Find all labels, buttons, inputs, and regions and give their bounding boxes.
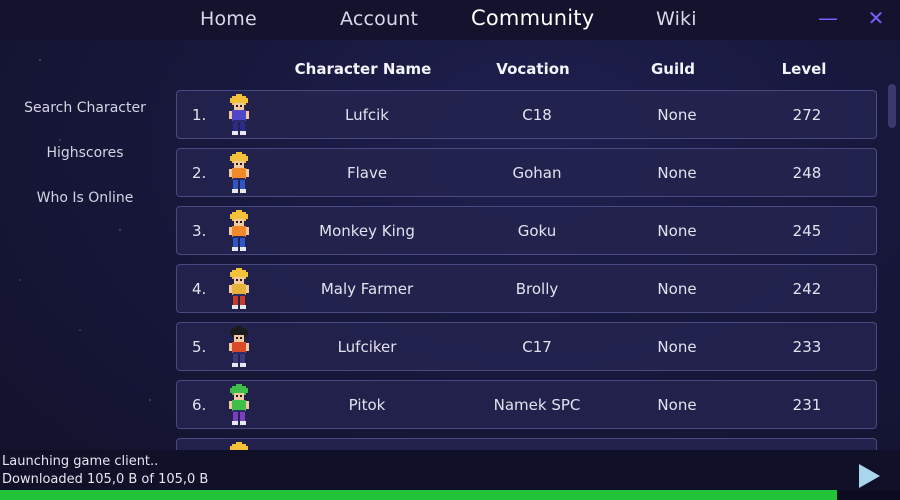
row-level: 245 bbox=[792, 222, 822, 240]
row-level: 233 bbox=[792, 338, 822, 356]
character-sprite-icon bbox=[230, 442, 248, 450]
highscores-header: Character Name Vocation Guild Level bbox=[0, 60, 900, 82]
row-vocation: Gohan bbox=[512, 164, 562, 182]
row-vocation: Goku bbox=[517, 222, 557, 240]
community-sidebar: Search Character Highscores Who Is Onlin… bbox=[0, 40, 170, 450]
character-sprite-icon bbox=[229, 268, 249, 309]
table-row[interactable]: 5. Lufciker C17 None 233 bbox=[176, 322, 877, 371]
row-character-name: Pitok bbox=[348, 396, 386, 414]
table-row[interactable]: 6. Pitok Namek SPC None 231 bbox=[176, 380, 877, 429]
row-level: 248 bbox=[792, 164, 822, 182]
table-row[interactable]: 2. Flave Gohan None 248 bbox=[176, 148, 877, 197]
row-guild: None bbox=[657, 338, 697, 356]
table-row[interactable]: 4. Maly Farmer Brolly None 242 bbox=[176, 264, 877, 313]
row-guild: None bbox=[657, 396, 697, 414]
table-row[interactable] bbox=[176, 438, 877, 450]
row-rank: 4. bbox=[192, 280, 207, 298]
close-icon[interactable]: ✕ bbox=[864, 6, 888, 32]
nav-account[interactable]: Account bbox=[340, 8, 418, 30]
character-sprite-icon bbox=[229, 94, 249, 135]
row-character-name: Lufciker bbox=[337, 338, 397, 356]
table-row[interactable]: 3. Monkey King Goku None 245 bbox=[176, 206, 877, 255]
row-rank: 1. bbox=[192, 106, 207, 124]
header-character-name: Character Name bbox=[294, 60, 432, 78]
header-guild: Guild bbox=[650, 60, 696, 78]
header-level: Level bbox=[781, 60, 827, 78]
row-guild: None bbox=[657, 222, 697, 240]
character-sprite-icon bbox=[229, 210, 249, 251]
row-level: 272 bbox=[792, 106, 822, 124]
row-guild: None bbox=[657, 164, 697, 182]
sidebar-item-highscores[interactable]: Highscores bbox=[0, 145, 170, 161]
play-icon[interactable] bbox=[856, 462, 882, 490]
row-character-name: Monkey King bbox=[319, 222, 415, 240]
top-nav-bar: Home Account Community Wiki — ✕ bbox=[0, 0, 900, 40]
row-guild: None bbox=[657, 106, 697, 124]
header-vocation: Vocation bbox=[496, 60, 570, 78]
character-sprite-icon bbox=[229, 152, 249, 193]
row-vocation: Brolly bbox=[515, 280, 559, 298]
row-rank: 2. bbox=[192, 164, 207, 182]
row-rank: 3. bbox=[192, 222, 207, 240]
row-vocation: C17 bbox=[522, 338, 552, 356]
character-sprite-icon bbox=[229, 384, 249, 425]
table-row[interactable]: 1. Lufcik C18 None 272 bbox=[176, 90, 877, 139]
nav-home[interactable]: Home bbox=[200, 8, 257, 30]
nav-community[interactable]: Community bbox=[471, 6, 594, 30]
download-progress-fill bbox=[0, 490, 837, 500]
launch-status-text: Launching game client.. bbox=[2, 454, 159, 469]
sidebar-item-who-is-online[interactable]: Who Is Online bbox=[0, 190, 170, 206]
download-status-text: Downloaded 105,0 B of 105,0 B bbox=[2, 472, 209, 487]
highscores-table: 1. Lufcik C18 None 272 2. Flave Gohan No… bbox=[170, 86, 900, 450]
row-rank: 5. bbox=[192, 338, 207, 356]
row-character-name: Maly Farmer bbox=[320, 280, 414, 298]
row-vocation: C18 bbox=[522, 106, 552, 124]
row-character-name: Flave bbox=[346, 164, 388, 182]
row-level: 242 bbox=[792, 280, 822, 298]
minimize-icon[interactable]: — bbox=[816, 6, 840, 32]
row-rank: 6. bbox=[192, 396, 207, 414]
character-sprite-icon bbox=[229, 326, 249, 367]
row-level: 231 bbox=[792, 396, 822, 414]
sidebar-item-search-character[interactable]: Search Character bbox=[0, 100, 170, 116]
table-scrollbar-thumb[interactable] bbox=[888, 84, 896, 128]
download-progress-bar bbox=[0, 490, 900, 500]
row-vocation: Namek SPC bbox=[493, 396, 581, 414]
row-character-name: Lufcik bbox=[345, 106, 389, 124]
nav-wiki[interactable]: Wiki bbox=[656, 8, 697, 30]
row-guild: None bbox=[657, 280, 697, 298]
